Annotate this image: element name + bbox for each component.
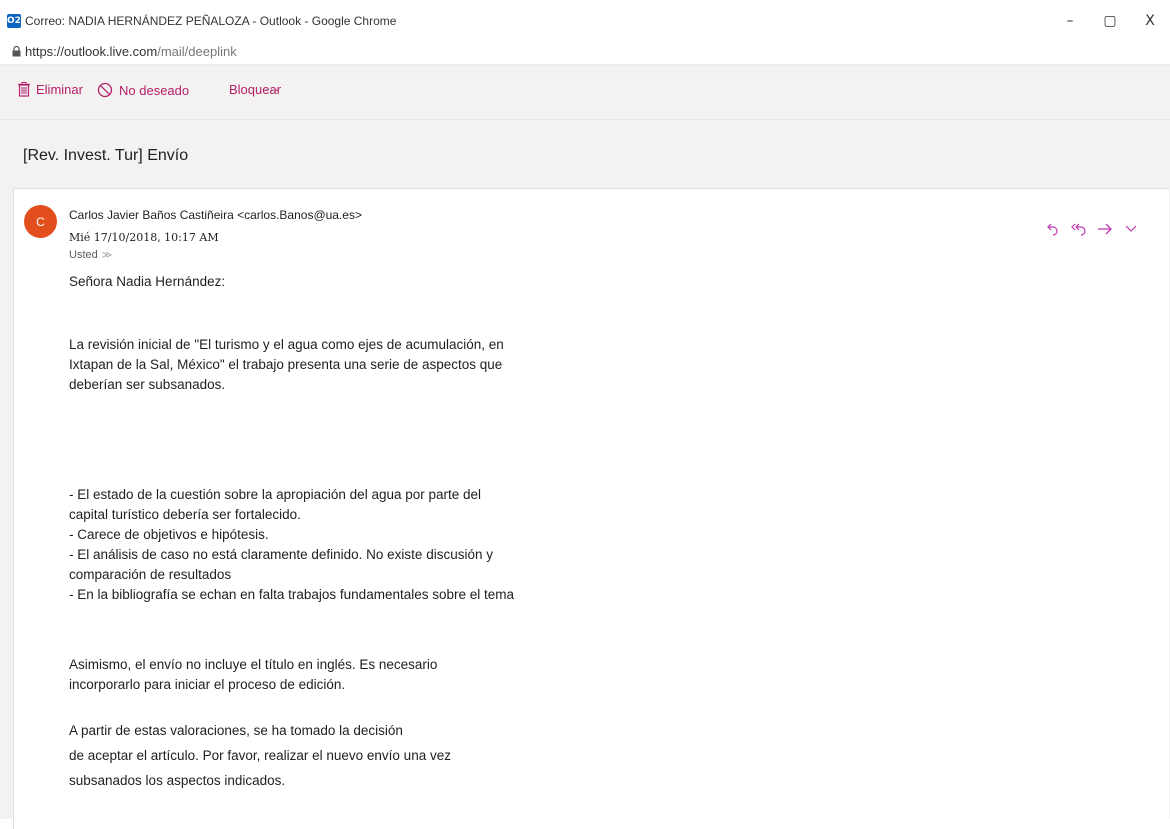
body-line: Asimismo, el envío no incluye el título … <box>69 657 438 672</box>
block-circle-icon <box>97 82 113 98</box>
message-subject: [Rev. Invest. Tur] Envío <box>23 147 189 164</box>
body-line: incorporarlo para iniciar el proceso de … <box>69 677 346 692</box>
avatar[interactable]: C <box>24 205 57 238</box>
body-line: - Carece de objetivos e hipótesis. <box>69 527 269 542</box>
body-line: - En la bibliografía se echan en falta t… <box>69 587 515 602</box>
body-line: A partir de estas valoraciones, se ha to… <box>69 723 403 738</box>
address-bar[interactable]: https://outlook.live.com/mail/deeplink <box>0 40 1170 65</box>
body-line: - El estado de la cuestión sobre la apro… <box>69 487 482 502</box>
more-icon: ··· <box>264 82 280 97</box>
window-controls: – ▢ X <box>1050 6 1170 36</box>
sender-name[interactable]: Carlos Javier Baños Castiñeira <carlos.B… <box>69 208 362 222</box>
body-greeting: Señora Nadia Hernández: <box>69 274 226 289</box>
junk-button[interactable]: No deseado <box>97 82 189 98</box>
chevron-down-icon[interactable]: ≫ <box>102 250 112 261</box>
reply-icon <box>1047 223 1058 236</box>
reply-button[interactable] <box>1040 219 1066 239</box>
body-line: Ixtapan de la Sal, México" el trabajo pr… <box>69 357 503 372</box>
recipient-label: Usted <box>69 249 98 261</box>
command-bar: Eliminar No deseado Bloquear ··· <box>0 65 1170 120</box>
body-paragraph-2: Asimismo, el envío no incluye el título … <box>69 655 437 695</box>
reply-all-button[interactable] <box>1066 219 1092 239</box>
forward-button[interactable] <box>1092 219 1118 239</box>
delete-label: Eliminar <box>36 82 83 97</box>
close-button[interactable]: X <box>1130 6 1170 36</box>
junk-label: No deseado <box>119 82 190 98</box>
chevron-down-icon <box>1125 225 1137 232</box>
trash-icon <box>18 82 30 97</box>
body-line: comparación de resultados <box>69 567 232 582</box>
url-path: /mail/deeplink <box>157 44 237 59</box>
message-date: Mié 17/10/2018, 10:17 AM <box>69 231 219 244</box>
window-titlebar: O2 Correo: NADIA HERNÁNDEZ PEÑALOZA - Ou… <box>0 0 1170 40</box>
more-actions-button[interactable] <box>1118 219 1144 239</box>
body-line: - El análisis de caso no está claramente… <box>69 547 493 562</box>
body-line: deberían ser subsanados. <box>69 377 226 392</box>
body-paragraph-3: A partir de estas valoraciones, se ha to… <box>69 718 451 793</box>
body-line: capital turístico debería ser fortalecid… <box>69 507 301 522</box>
body-points: - El estado de la cuestión sobre la apro… <box>69 485 514 605</box>
outlook-app-icon: O2 <box>7 14 21 28</box>
restore-button[interactable]: ▢ <box>1090 6 1130 36</box>
message-actions <box>1040 219 1144 239</box>
body-paragraph-1: La revisión inicial de "El turismo y el … <box>69 335 504 395</box>
delete-button[interactable]: Eliminar <box>18 82 83 97</box>
recipient-line[interactable]: Usted ≫ <box>69 249 112 261</box>
forward-arrow-icon <box>1098 223 1112 235</box>
body-line: La revisión inicial de "El turismo y el … <box>69 337 504 352</box>
url-host: https://outlook.live.com <box>25 44 158 59</box>
url-text[interactable]: https://outlook.live.com/mail/deeplink <box>25 44 237 59</box>
more-button[interactable]: ··· <box>264 82 280 97</box>
reply-all-icon <box>1071 223 1086 236</box>
body-line: subsanados los aspectos indicados. <box>69 773 286 788</box>
lock-icon <box>12 46 21 57</box>
window-title: Correo: NADIA HERNÁNDEZ PEÑALOZA - Outlo… <box>25 14 397 28</box>
minimize-button[interactable]: – <box>1050 6 1090 36</box>
body-line: de aceptar el artículo. Por favor, reali… <box>69 748 451 763</box>
